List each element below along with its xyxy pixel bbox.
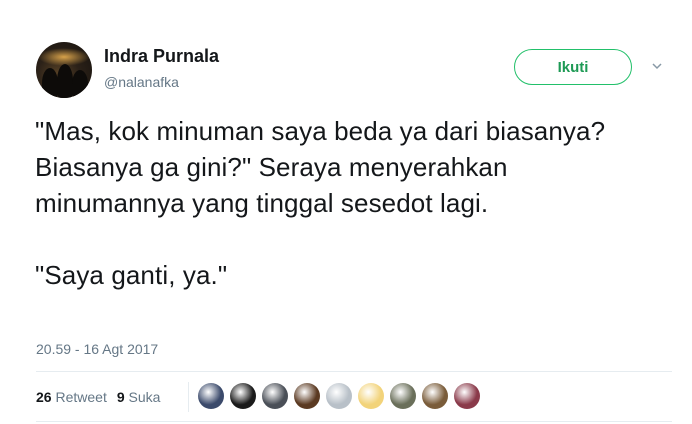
tweet-stats: 26 Retweet 9 Suka xyxy=(36,389,160,405)
avatar-figure xyxy=(42,68,58,98)
tweet-timestamp[interactable]: 20.59 - 16 Agt 2017 xyxy=(36,341,158,357)
like-stat[interactable]: 9 Suka xyxy=(117,389,161,405)
liker-avatar[interactable] xyxy=(262,383,288,409)
divider xyxy=(36,421,672,422)
author-name[interactable]: Indra Purnala xyxy=(104,46,219,67)
avatar-figure xyxy=(57,64,73,98)
tweet-card: Indra Purnala @nalanafka Ikuti "Mas, kok… xyxy=(0,0,692,424)
tweet-paragraph: "Saya ganti, ya." xyxy=(35,260,228,290)
chevron-down-icon[interactable] xyxy=(652,61,662,71)
retweet-label: Retweet xyxy=(55,389,107,405)
liker-avatar[interactable] xyxy=(294,383,320,409)
liker-avatar[interactable] xyxy=(390,383,416,409)
author-avatar[interactable] xyxy=(36,42,92,98)
avatar-figure xyxy=(72,70,88,98)
author-handle[interactable]: @nalanafka xyxy=(104,74,179,90)
divider xyxy=(188,382,189,412)
liker-avatar[interactable] xyxy=(422,383,448,409)
retweet-count: 26 xyxy=(36,389,52,405)
tweet-text: "Mas, kok minuman saya beda ya dari bias… xyxy=(35,113,655,293)
like-label: Suka xyxy=(128,389,161,405)
liker-avatar[interactable] xyxy=(358,383,384,409)
follow-button[interactable]: Ikuti xyxy=(514,49,632,85)
liker-avatar[interactable] xyxy=(198,383,224,409)
liker-avatar[interactable] xyxy=(326,383,352,409)
liker-avatars xyxy=(198,383,480,409)
liker-avatar[interactable] xyxy=(230,383,256,409)
retweet-stat[interactable]: 26 Retweet xyxy=(36,389,107,405)
like-count: 9 xyxy=(116,389,125,405)
liker-avatar[interactable] xyxy=(454,383,480,409)
divider xyxy=(36,371,672,372)
tweet-paragraph: "Mas, kok minuman saya beda ya dari bias… xyxy=(35,116,606,218)
